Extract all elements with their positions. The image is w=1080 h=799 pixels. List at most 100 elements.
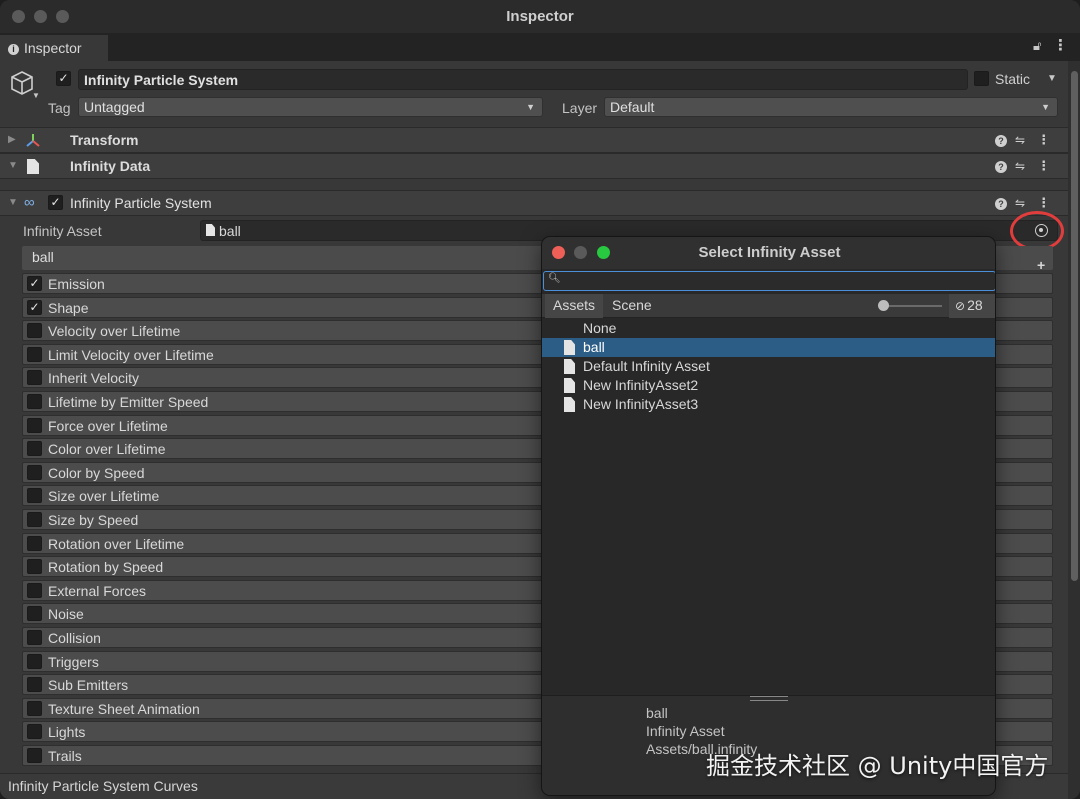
help-icon[interactable]: ? xyxy=(995,161,1007,173)
tab-assets[interactable]: Assets xyxy=(545,294,604,318)
module-checkbox[interactable] xyxy=(27,559,42,575)
infinity-icon: ∞ xyxy=(24,194,35,211)
scrollbar-thumb[interactable] xyxy=(1071,71,1078,581)
infinity-asset-label: Infinity Asset xyxy=(23,223,102,239)
module-checkbox[interactable] xyxy=(27,441,42,457)
module-checkbox[interactable] xyxy=(27,346,42,362)
window-title: Inspector xyxy=(506,8,574,25)
popup-tabs: Assets Scene ⊘ 28 xyxy=(542,294,995,318)
tab-menu-icon[interactable]: ⋮ xyxy=(1053,36,1068,54)
module-label: Trails xyxy=(48,748,82,764)
asset-name: Default Infinity Asset xyxy=(583,358,710,374)
eye-slash-icon: ⊘ xyxy=(955,299,966,313)
module-label: Lights xyxy=(48,724,86,741)
module-checkbox[interactable] xyxy=(27,653,42,669)
tag-label: Tag xyxy=(48,100,71,116)
module-label: Rotation by Speed xyxy=(48,559,164,576)
presets-icon[interactable]: ⇋ xyxy=(1015,133,1025,147)
help-icon[interactable]: ? xyxy=(995,135,1007,147)
tag-value: Untagged xyxy=(84,99,145,115)
module-checkbox[interactable] xyxy=(27,370,42,386)
watermark-text: 掘金技术社区 @ Unity中国官方 xyxy=(706,752,1049,780)
hidden-count-toggle[interactable]: ⊘ 28 xyxy=(949,294,995,318)
presets-icon[interactable]: ⇋ xyxy=(1015,159,1025,173)
expand-arrow-icon[interactable]: ▼ xyxy=(8,160,18,171)
component-title: Infinity Particle System xyxy=(70,195,212,211)
module-label: Velocity over Lifetime xyxy=(48,323,181,340)
module-checkbox[interactable] xyxy=(27,582,42,598)
module-checkbox[interactable]: ✓ xyxy=(27,276,42,291)
module-checkbox[interactable] xyxy=(27,724,42,740)
asset-list-item[interactable]: None xyxy=(542,319,995,338)
module-checkbox[interactable] xyxy=(27,512,42,527)
title-bar: Inspector xyxy=(0,0,1080,33)
expand-arrow-icon[interactable]: ▶ xyxy=(8,134,16,145)
module-checkbox[interactable] xyxy=(27,748,42,763)
component-header-infinity-particle-system[interactable]: ▼ ∞ ✓ Infinity Particle System ? ⇋ ⋮ xyxy=(0,190,1068,216)
lock-icon[interactable]: 🔓︎ xyxy=(1033,38,1041,54)
tab-scene[interactable]: Scene xyxy=(604,294,660,318)
asset-list-item[interactable]: New InfinityAsset2 xyxy=(542,376,995,395)
layer-dropdown[interactable]: Default ▼ xyxy=(604,97,1058,117)
asset-file-icon xyxy=(206,224,215,236)
component-title: Transform xyxy=(70,132,139,148)
tag-dropdown[interactable]: Untagged ▼ xyxy=(78,97,543,117)
gameobject-active-checkbox[interactable]: ✓ xyxy=(56,71,71,86)
search-icon: 🔍︎ xyxy=(548,273,561,284)
static-dropdown-icon[interactable]: ▼ xyxy=(1047,73,1057,84)
tab-label: Inspector xyxy=(24,40,82,56)
component-header-transform[interactable]: ▶ Transform ? ⇋ ⋮ xyxy=(0,127,1068,153)
module-label: Lifetime by Emitter Speed xyxy=(48,394,209,410)
module-label: External Forces xyxy=(48,582,147,599)
module-checkbox[interactable] xyxy=(27,606,42,622)
static-checkbox[interactable] xyxy=(974,71,989,86)
popup-search-input[interactable]: 🔍︎ xyxy=(543,271,995,291)
module-checkbox[interactable] xyxy=(27,535,42,551)
module-checkbox[interactable] xyxy=(27,677,42,693)
asset-name: New InfinityAsset2 xyxy=(583,377,699,393)
highlight-ring xyxy=(1010,211,1064,251)
asset-name: ball xyxy=(583,339,605,355)
more-options-icon[interactable]: ⋮ xyxy=(1037,132,1050,148)
more-options-icon[interactable]: ⋮ xyxy=(1037,158,1050,174)
inspector-scrollbar[interactable] xyxy=(1068,61,1080,799)
transform-icon xyxy=(26,134,40,147)
module-checkbox[interactable] xyxy=(27,323,42,339)
component-enabled-checkbox[interactable]: ✓ xyxy=(48,195,63,210)
module-checkbox[interactable] xyxy=(27,630,42,645)
icon-size-slider[interactable] xyxy=(882,305,942,307)
gameobject-name-input[interactable]: Infinity Particle System xyxy=(78,69,968,90)
script-file-icon xyxy=(27,159,39,174)
slider-knob[interactable] xyxy=(878,300,889,311)
module-label: Limit Velocity over Lifetime xyxy=(48,346,214,363)
module-label: Force over Lifetime xyxy=(48,417,168,434)
layer-value: Default xyxy=(610,99,655,115)
resize-grip-icon[interactable] xyxy=(750,696,788,701)
asset-list-item[interactable]: Default Infinity Asset xyxy=(542,357,995,376)
module-checkbox[interactable] xyxy=(27,700,42,716)
asset-file-icon xyxy=(564,378,575,393)
module-label: Sub Emitters xyxy=(48,677,129,694)
more-options-icon[interactable]: ⋮ xyxy=(1037,195,1050,211)
add-module-icon[interactable]: + xyxy=(1037,257,1045,273)
module-checkbox[interactable] xyxy=(27,417,42,433)
chevron-down-icon: ▼ xyxy=(526,102,535,112)
chevron-down-icon: ▼ xyxy=(1041,102,1050,112)
module-checkbox[interactable] xyxy=(27,488,42,504)
component-header-infinity-data[interactable]: ▼ Infinity Data ? ⇋ ⋮ xyxy=(0,153,1068,179)
help-icon[interactable]: ? xyxy=(995,198,1007,210)
presets-icon[interactable]: ⇋ xyxy=(1015,196,1025,210)
module-checkbox[interactable] xyxy=(27,394,42,409)
module-checkbox[interactable]: ✓ xyxy=(27,299,42,315)
tab-inspector[interactable]: i Inspector xyxy=(0,35,108,61)
module-checkbox[interactable] xyxy=(27,464,42,480)
asset-file-icon xyxy=(564,359,575,374)
expand-arrow-icon[interactable]: ▼ xyxy=(8,197,18,208)
module-label: Color over Lifetime xyxy=(48,441,166,458)
module-label: Shape xyxy=(48,299,89,316)
asset-list-item[interactable]: New InfinityAsset3 xyxy=(542,395,995,414)
infinity-asset-value: ball xyxy=(219,223,241,239)
chevron-down-icon[interactable]: ▼ xyxy=(32,91,40,100)
module-label: Color by Speed xyxy=(48,464,145,481)
asset-list-item[interactable]: ball xyxy=(542,338,995,357)
